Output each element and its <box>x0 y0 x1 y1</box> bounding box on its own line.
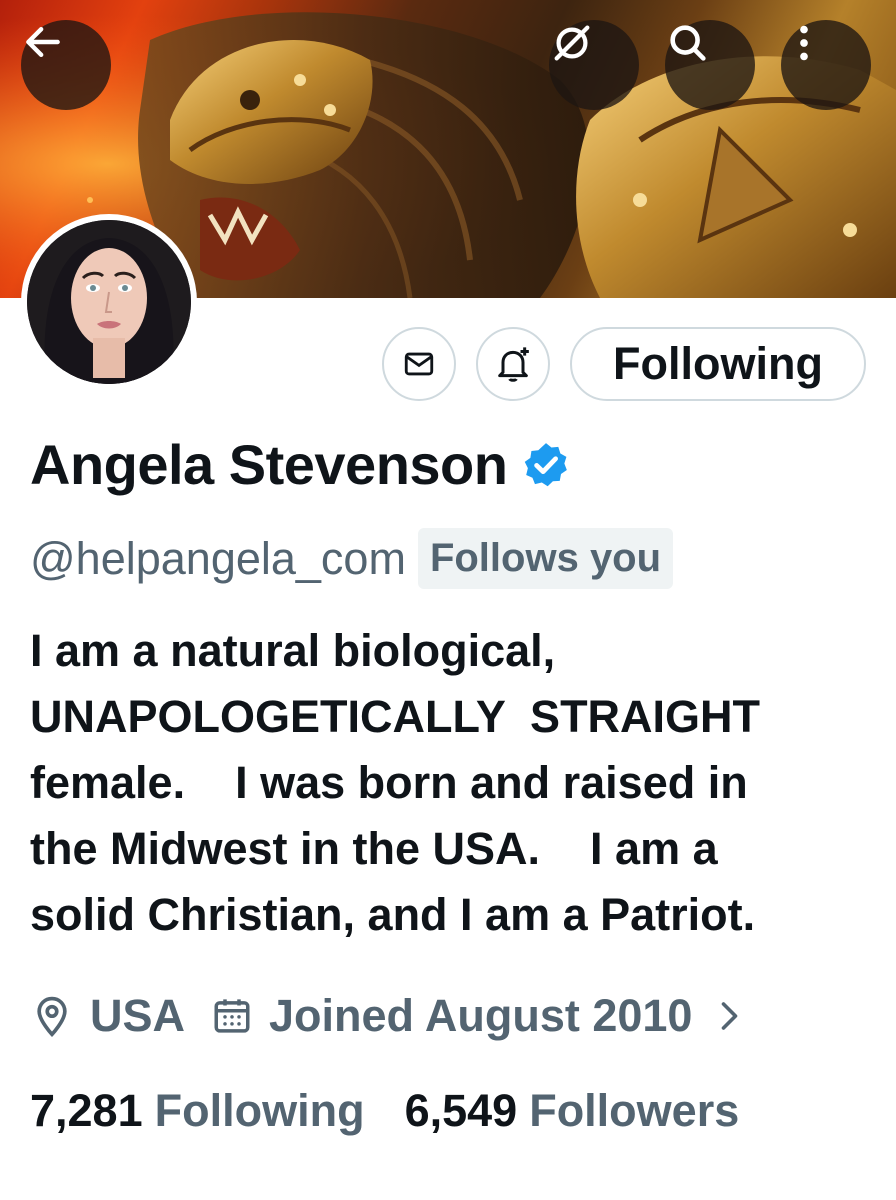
location-text: USA <box>90 990 186 1041</box>
envelope-icon <box>404 352 434 376</box>
followers-label: Followers <box>529 1085 740 1136</box>
more-options-button[interactable] <box>781 20 871 110</box>
following-button[interactable]: Following <box>570 327 866 401</box>
profile-meta: USA Joined August 2010 <box>30 990 746 1042</box>
notifications-button[interactable] <box>476 327 550 401</box>
sensitive-media-button[interactable] <box>549 20 639 110</box>
following-count: 7,281 <box>30 1085 143 1136</box>
display-name: Angela Stevenson <box>30 433 508 496</box>
following-label: Following <box>154 1085 365 1136</box>
eye-slash-icon <box>554 25 590 61</box>
verified-badge-icon <box>525 442 568 486</box>
follows-you-badge: Follows you <box>417 528 674 589</box>
arrow-left-icon <box>26 26 60 58</box>
followers-stat-link[interactable]: 6,549 Followers <box>405 1085 740 1137</box>
user-handle: @helpangela_com <box>30 532 406 584</box>
search-button[interactable] <box>665 20 755 110</box>
bell-plus-icon <box>498 347 529 382</box>
handle-row: @helpangela_com Follows you <box>30 528 674 589</box>
chevron-right-icon[interactable] <box>710 998 746 1034</box>
profile-avatar[interactable] <box>21 214 197 390</box>
followers-count: 6,549 <box>404 1085 518 1136</box>
following-stat-link[interactable]: 7,281 Following <box>30 1085 365 1137</box>
joined-date: Joined August 2010 <box>269 990 693 1041</box>
name-row: Angela Stevenson <box>30 432 571 497</box>
location-pin-icon <box>37 996 67 1038</box>
profile-stats: 7,281 Following 6,549 Followers <box>30 1085 739 1137</box>
avatar-image <box>27 220 191 384</box>
back-button[interactable] <box>21 20 111 110</box>
more-vertical-icon <box>800 25 808 61</box>
calendar-icon <box>214 999 250 1033</box>
profile-bio: I am a natural biological, UNAPOLOGETICA… <box>30 625 761 940</box>
message-button[interactable] <box>382 327 456 401</box>
search-icon <box>670 25 706 61</box>
